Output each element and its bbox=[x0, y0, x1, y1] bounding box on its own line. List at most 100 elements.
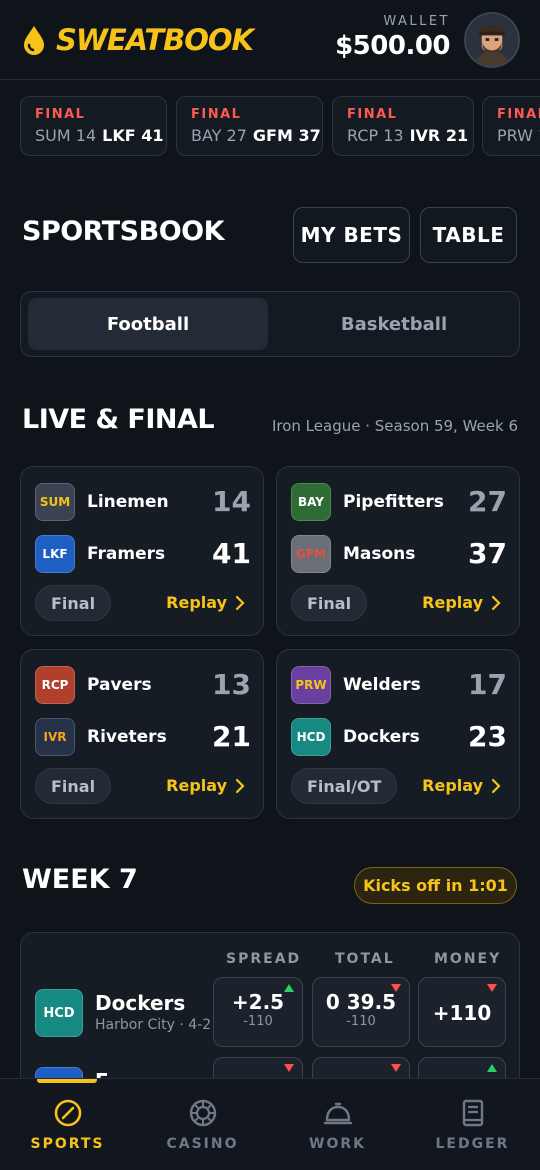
team-score: 41 bbox=[212, 537, 251, 570]
team-badge: PRW bbox=[291, 666, 331, 704]
ticker-home: GFM 37 bbox=[252, 126, 321, 145]
ticker-home: IVR 21 bbox=[409, 126, 469, 145]
replay-link[interactable]: Replay bbox=[422, 776, 501, 795]
wallet[interactable]: WALLET $500.00 bbox=[335, 14, 450, 61]
chevron-right-icon bbox=[491, 595, 501, 610]
team-score: 13 bbox=[212, 668, 251, 701]
tab-label: LEDGER bbox=[435, 1136, 510, 1152]
replay-link[interactable]: Replay bbox=[422, 593, 501, 612]
replay-link[interactable]: Replay bbox=[166, 776, 245, 795]
team-badge: LKF bbox=[35, 535, 75, 573]
ticker-status: FINAL bbox=[191, 107, 242, 122]
replay-label: Replay bbox=[166, 776, 227, 795]
avatar[interactable] bbox=[464, 12, 520, 68]
spread-odds-button[interactable]: +2.5 -110 bbox=[213, 977, 303, 1047]
sweat-drop-icon bbox=[24, 26, 44, 55]
team-row: PRW Welders 17 bbox=[291, 666, 507, 706]
game-status-pill: Final bbox=[35, 585, 112, 621]
score-ticker[interactable]: FINAL SUM 14 LKF 41 FINAL BAY 27 GFM 37 FI… bbox=[20, 96, 540, 156]
moneyline-price: +110 bbox=[432, 1001, 492, 1025]
team-name: Welders bbox=[343, 675, 421, 695]
total-header: TOTAL bbox=[335, 951, 395, 967]
sport-segmented-control: Football Basketball bbox=[20, 291, 520, 357]
game-card[interactable]: RCP Pavers 13 IVR Riveters 21 Final Repl… bbox=[20, 649, 264, 819]
team-row: RCP Pavers 13 bbox=[35, 666, 251, 706]
game-status-pill: Final bbox=[35, 768, 112, 804]
team-score: 23 bbox=[468, 720, 507, 753]
brand-logo[interactable]: SWEATBOOK bbox=[22, 24, 254, 56]
money-header: MONEY bbox=[434, 951, 502, 967]
ticker-away: PRW 1 bbox=[497, 126, 540, 145]
team-badge: IVR bbox=[35, 718, 75, 756]
team-name: Framers bbox=[87, 544, 166, 564]
team-row: LKF Framers 41 bbox=[35, 535, 251, 575]
tab-ledger[interactable]: LEDGER bbox=[405, 1079, 540, 1170]
odds-down-icon bbox=[284, 1064, 294, 1072]
total-price: -110 bbox=[346, 1014, 376, 1029]
team-badge: RCP bbox=[35, 666, 75, 704]
total-line: 0 39.5 bbox=[325, 990, 397, 1014]
team-row: SUM Linemen 14 bbox=[35, 483, 251, 523]
wallet-label: WALLET bbox=[383, 14, 450, 29]
live-final-title: LIVE & FINAL bbox=[22, 404, 215, 435]
bottom-tab-bar: SPORTS CASINO WORK LEDGER bbox=[0, 1078, 540, 1170]
replay-label: Replay bbox=[166, 593, 227, 612]
ticker-status: FINAL bbox=[497, 107, 540, 122]
spread-header: SPREAD bbox=[226, 951, 302, 967]
team-score: 21 bbox=[212, 720, 251, 753]
game-card[interactable]: SUM Linemen 14 LKF Framers 41 Final Repl… bbox=[20, 466, 264, 636]
team-row: BAY Pipefitters 27 bbox=[291, 483, 507, 523]
team-name: Dockers bbox=[95, 991, 186, 1015]
league-subtitle: Iron League · Season 59, Week 6 bbox=[271, 417, 518, 435]
ticker-card[interactable]: FINAL SUM 14 LKF 41 bbox=[20, 96, 167, 156]
team-row: HCD Dockers 23 bbox=[291, 718, 507, 758]
game-card[interactable]: PRW Welders 17 HCD Dockers 23 Final/OT R… bbox=[276, 649, 520, 819]
ticker-away: RCP 13 bbox=[347, 126, 404, 145]
team-badge: GFM bbox=[291, 535, 331, 573]
table-button[interactable]: TABLE bbox=[420, 207, 517, 263]
team-score: 37 bbox=[468, 537, 507, 570]
roulette-chip-icon bbox=[189, 1099, 216, 1127]
tab-sports[interactable]: SPORTS bbox=[0, 1079, 135, 1170]
tab-work[interactable]: WORK bbox=[270, 1079, 405, 1170]
tab-label: WORK bbox=[309, 1136, 366, 1152]
avatar-image bbox=[466, 14, 518, 66]
game-status-pill: Final bbox=[291, 585, 368, 621]
team-row: IVR Riveters 21 bbox=[35, 718, 251, 758]
team-score: 14 bbox=[212, 485, 251, 518]
replay-link[interactable]: Replay bbox=[166, 593, 245, 612]
my-bets-button[interactable]: MY BETS bbox=[293, 207, 410, 263]
service-bell-icon bbox=[323, 1102, 352, 1125]
tab-casino[interactable]: CASINO bbox=[135, 1079, 270, 1170]
team-name: Dockers bbox=[343, 727, 420, 747]
spread-price: -110 bbox=[243, 1014, 273, 1029]
team-badge: HCD bbox=[291, 718, 331, 756]
ticker-card[interactable]: FINAL RCP 13 IVR 21 bbox=[332, 96, 474, 156]
chevron-right-icon bbox=[235, 778, 245, 793]
team-name: Linemen bbox=[87, 492, 169, 512]
total-odds-button[interactable]: 0 39.5 -110 bbox=[312, 977, 410, 1047]
team-score: 17 bbox=[468, 668, 507, 701]
ticker-home: LKF 41 bbox=[102, 126, 164, 145]
odds-up-icon bbox=[487, 1064, 497, 1072]
team-score: 27 bbox=[468, 485, 507, 518]
tab-label: SPORTS bbox=[30, 1136, 105, 1152]
ticker-card[interactable]: FINAL BAY 27 GFM 37 bbox=[176, 96, 323, 156]
replay-label: Replay bbox=[422, 776, 483, 795]
top-bar: SWEATBOOK WALLET $500.00 bbox=[0, 0, 540, 80]
moneyline-odds-button[interactable]: +110 bbox=[418, 977, 506, 1047]
team-row: GFM Masons 37 bbox=[291, 535, 507, 575]
team-name: Masons bbox=[343, 544, 416, 564]
ticker-away: BAY 27 bbox=[191, 126, 247, 145]
game-card[interactable]: BAY Pipefitters 27 GFM Masons 37 Final R… bbox=[276, 466, 520, 636]
team-name: Pavers bbox=[87, 675, 152, 695]
segment-football[interactable]: Football bbox=[28, 298, 268, 350]
odds-down-icon bbox=[487, 984, 497, 992]
game-status-pill: Final/OT bbox=[291, 768, 398, 804]
chevron-right-icon bbox=[235, 595, 245, 610]
ticker-status: FINAL bbox=[347, 107, 398, 122]
replay-label: Replay bbox=[422, 593, 483, 612]
football-icon bbox=[54, 1099, 81, 1127]
ticker-card[interactable]: FINAL PRW 1 bbox=[482, 96, 540, 156]
segment-basketball[interactable]: Basketball bbox=[274, 298, 514, 350]
